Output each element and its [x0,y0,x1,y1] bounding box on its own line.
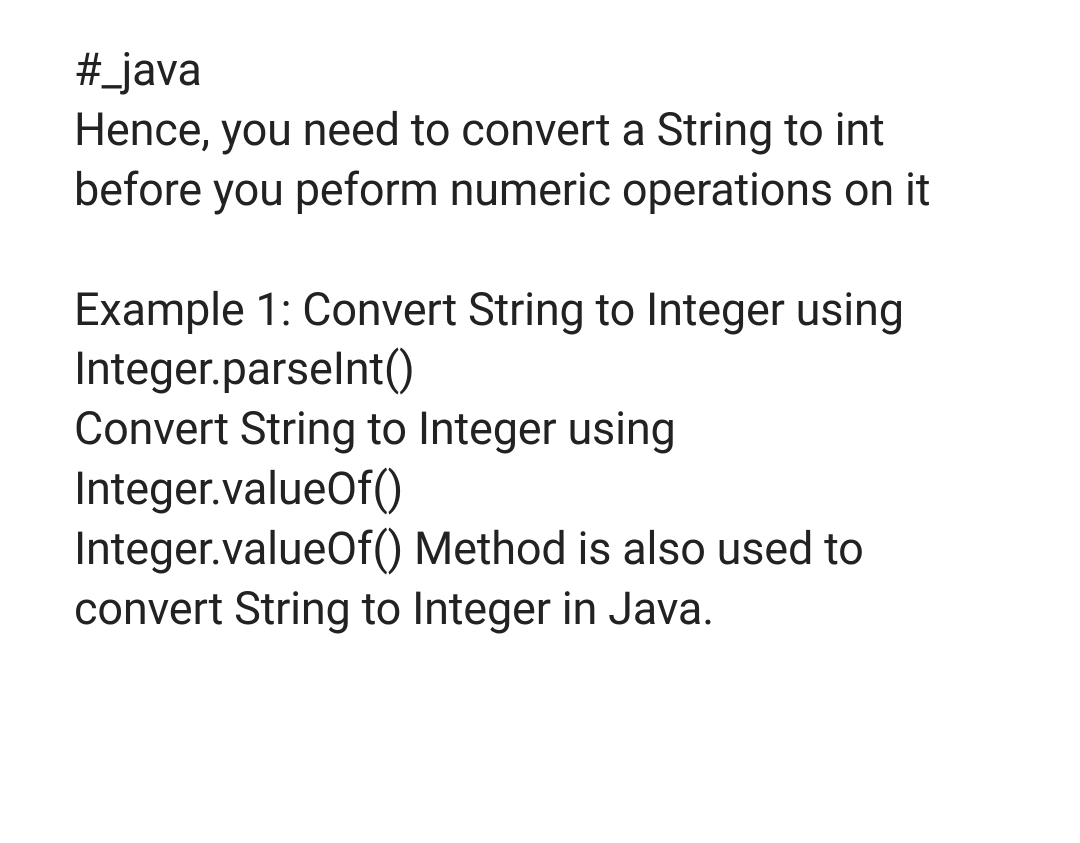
explain-line-2: convert String to Integer in Java. [74,579,1006,639]
valueof-line-2: Integer.valueOf() [74,459,1006,519]
example1-line-1: Example 1: Convert String to Integer usi… [74,280,1006,340]
valueof-line-1: Convert String to Integer using [74,399,1006,459]
explain-line-1: Integer.valueOf() Method is also used to [74,519,1006,579]
example1-line-2: Integer.parseInt() [74,339,1006,399]
intro-line-2: before you peform numeric operations on … [74,160,1006,220]
tag-line: #_java [74,40,1006,100]
document-body: #_java Hence, you need to convert a Stri… [74,40,1006,639]
paragraph-gap [74,220,1006,280]
intro-line-1: Hence, you need to convert a String to i… [74,100,1006,160]
